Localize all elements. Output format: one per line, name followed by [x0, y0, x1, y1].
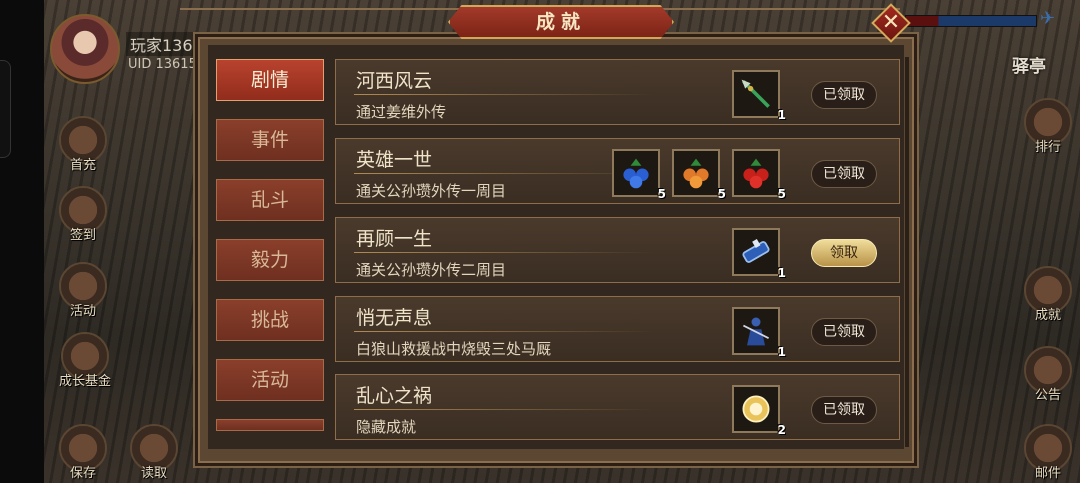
scroll-icon: [742, 239, 770, 263]
tab-activity[interactable]: 活动: [216, 359, 324, 401]
reward-count: 2: [777, 423, 786, 437]
claim-button[interactable]: 领取: [811, 239, 877, 267]
ranking-button[interactable]: 排行: [1020, 98, 1076, 155]
orange-berry-icon: [683, 158, 709, 189]
reward-item[interactable]: 1: [732, 70, 786, 122]
growth-fund-button[interactable]: 成长基金: [55, 332, 115, 389]
dialog-title: 成就: [448, 5, 674, 39]
tab-brawl[interactable]: 乱斗: [216, 179, 324, 221]
divider: [354, 331, 654, 332]
close-icon: ✕: [881, 10, 901, 35]
reward-count: 5: [777, 187, 786, 201]
divider: [354, 252, 654, 253]
divider: [354, 94, 654, 95]
bird-icon: ✈: [1040, 8, 1056, 29]
spear-icon: [741, 79, 770, 108]
notice-button[interactable]: 公告: [1020, 346, 1076, 403]
achievement-desc: 隐藏成就: [356, 418, 417, 436]
event-button[interactable]: 活动: [55, 262, 111, 319]
reward-item[interactable]: 1: [732, 307, 786, 359]
save-button[interactable]: 保存: [55, 424, 111, 481]
close-button[interactable]: ✕: [871, 3, 911, 43]
avatar[interactable]: [50, 14, 120, 84]
player-uid: UID 13615: [128, 57, 197, 72]
tab-partial[interactable]: [216, 419, 324, 431]
reward-item[interactable]: 1: [732, 228, 786, 280]
tab-events[interactable]: 事件: [216, 119, 324, 161]
reward-count: 5: [657, 187, 666, 201]
sign-in-button[interactable]: 签到: [55, 186, 111, 243]
divider: [354, 173, 654, 174]
tab-story[interactable]: 剧情: [216, 59, 324, 101]
achievement-desc: 通关公孙瓒外传二周目: [356, 261, 507, 279]
achievement-desc: 通关公孙瓒外传一周目: [356, 182, 507, 200]
reward-count: 1: [777, 266, 786, 280]
reward-count: 5: [717, 187, 726, 201]
load-button[interactable]: 读取: [126, 424, 182, 481]
gold-coin-icon: [742, 395, 770, 423]
mail-button[interactable]: 邮件: [1020, 424, 1076, 481]
achievement-row: 再顾一生 通关公孙瓒外传二周目 1 领取: [335, 217, 900, 283]
tab-perseverance[interactable]: 毅力: [216, 239, 324, 281]
achievement-row: 河西风云 通过姜维外传 1 已领取: [335, 59, 900, 125]
reward-item[interactable]: 5: [672, 149, 726, 201]
first-recharge-button[interactable]: 首充: [55, 116, 111, 173]
warrior-icon: [742, 317, 770, 346]
claimed-button[interactable]: 已领取: [811, 81, 877, 109]
achievement-desc: 通过姜维外传: [356, 103, 447, 121]
divider: [354, 409, 654, 410]
post-station-label[interactable]: 驿亭: [1012, 52, 1046, 77]
reward-count: 1: [777, 345, 786, 359]
scrollbar[interactable]: [905, 57, 909, 447]
achievement-row: 乱心之祸 隐藏成就 2 已领取: [335, 374, 900, 440]
exp-bar: [905, 15, 1037, 27]
red-berry-icon: [743, 158, 769, 189]
achievement-desc: 白狼山救援战中烧毁三处马厩: [356, 340, 552, 358]
achievement-row: 英雄一世 通关公孙瓒外传一周目 5 5 5 已领取: [335, 138, 900, 204]
reward-item[interactable]: 5: [612, 149, 666, 201]
claimed-button[interactable]: 已领取: [811, 318, 877, 346]
claimed-button[interactable]: 已领取: [811, 160, 877, 188]
blue-berry-icon: [623, 158, 649, 189]
achievement-button[interactable]: 成就: [1020, 266, 1076, 323]
achievement-title: 悄无声息: [356, 307, 433, 329]
achievement-title: 再顾一生: [356, 228, 433, 250]
reward-item[interactable]: 5: [732, 149, 786, 201]
side-handle: [0, 60, 11, 158]
achievement-row: 悄无声息 白狼山救援战中烧毁三处马厩 1 已领取: [335, 296, 900, 362]
achievement-title: 乱心之祸: [356, 385, 433, 407]
claimed-button[interactable]: 已领取: [811, 396, 877, 424]
reward-count: 1: [777, 108, 786, 122]
achievement-title: 河西风云: [356, 70, 433, 92]
tab-challenge[interactable]: 挑战: [216, 299, 324, 341]
category-tabs: 剧情 事件 乱斗 毅力 挑战 活动: [216, 59, 324, 431]
reward-item[interactable]: 2: [732, 385, 786, 437]
achievement-title: 英雄一世: [356, 149, 433, 171]
